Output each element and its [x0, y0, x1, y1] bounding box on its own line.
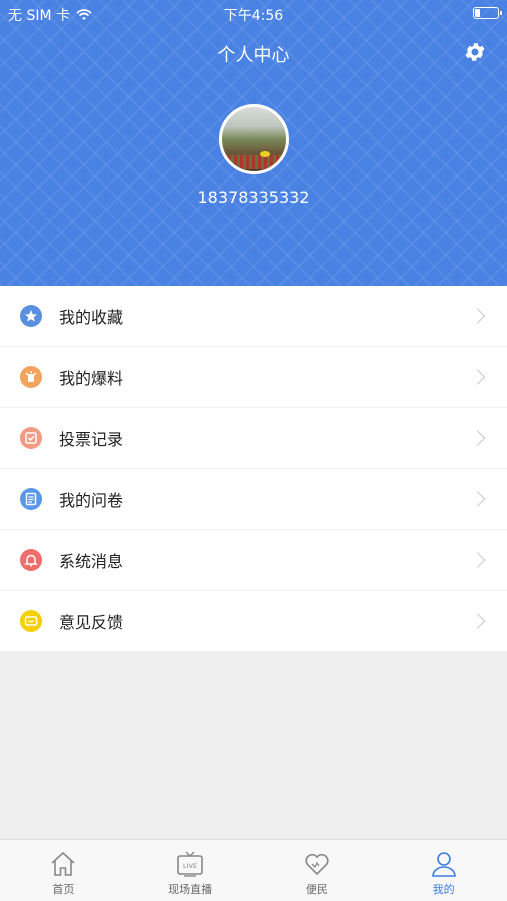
bell-icon — [20, 549, 42, 571]
heart-icon — [305, 853, 329, 876]
tab-label: 便民 — [305, 883, 328, 896]
menu-item-tipoffs[interactable]: 我的爆料 — [0, 347, 507, 408]
feedback-icon — [20, 610, 42, 632]
menu-label: 我的收藏 — [59, 308, 124, 327]
status-time: 下午4:56 — [223, 8, 284, 24]
page-title: 个人中心 — [217, 45, 290, 66]
tab-bar: 首页 LIVE 现场直播 便民 我的 — [0, 839, 507, 901]
broadcast-icon — [20, 366, 42, 388]
menu-label: 意见反馈 — [59, 613, 124, 632]
person-icon — [431, 852, 456, 877]
menu-list: 我的收藏 我的爆料 投票记录 我的问卷 系统消息 意见反馈 — [0, 286, 507, 651]
menu-item-vote-records[interactable]: 投票记录 — [0, 408, 507, 469]
chevron-right-icon — [469, 308, 486, 324]
chevron-right-icon — [469, 369, 486, 385]
chevron-right-icon — [469, 491, 486, 507]
star-icon — [20, 305, 42, 327]
chevron-right-icon — [469, 613, 486, 629]
vote-icon — [20, 427, 42, 449]
tab-label: 现场直播 — [168, 883, 213, 896]
menu-label: 我的问卷 — [59, 491, 124, 510]
chevron-right-icon — [469, 552, 486, 568]
avatar[interactable] — [219, 104, 289, 174]
status-bar: 无 SIM 卡 下午4:56 — [0, 0, 507, 28]
battery-icon — [473, 7, 502, 19]
questionnaire-icon — [20, 488, 42, 510]
home-icon — [51, 851, 75, 876]
menu-item-system-messages[interactable]: 系统消息 — [0, 530, 507, 591]
menu-label: 我的爆料 — [59, 369, 124, 388]
menu-item-feedback[interactable]: 意见反馈 — [0, 591, 507, 651]
menu-item-questionnaires[interactable]: 我的问卷 — [0, 469, 507, 530]
tab-label: 我的 — [432, 883, 455, 896]
tab-services[interactable]: 便民 — [254, 840, 381, 901]
menu-label: 系统消息 — [59, 552, 124, 571]
tab-home[interactable]: 首页 — [0, 840, 127, 901]
tab-me[interactable]: 我的 — [380, 840, 507, 901]
chevron-right-icon — [469, 430, 486, 446]
menu-item-favorites[interactable]: 我的收藏 — [0, 286, 507, 347]
live-badge-text: LIVE — [183, 862, 197, 870]
user-phone: 18378335332 — [197, 188, 310, 207]
live-tv-icon: LIVE — [177, 851, 203, 877]
profile-header: 无 SIM 卡 下午4:56 个人中心 18378335332 — [0, 0, 507, 286]
menu-label: 投票记录 — [59, 430, 124, 449]
gear-icon[interactable] — [463, 40, 487, 64]
tab-live[interactable]: LIVE 现场直播 — [127, 840, 254, 901]
tab-label: 首页 — [52, 883, 75, 896]
